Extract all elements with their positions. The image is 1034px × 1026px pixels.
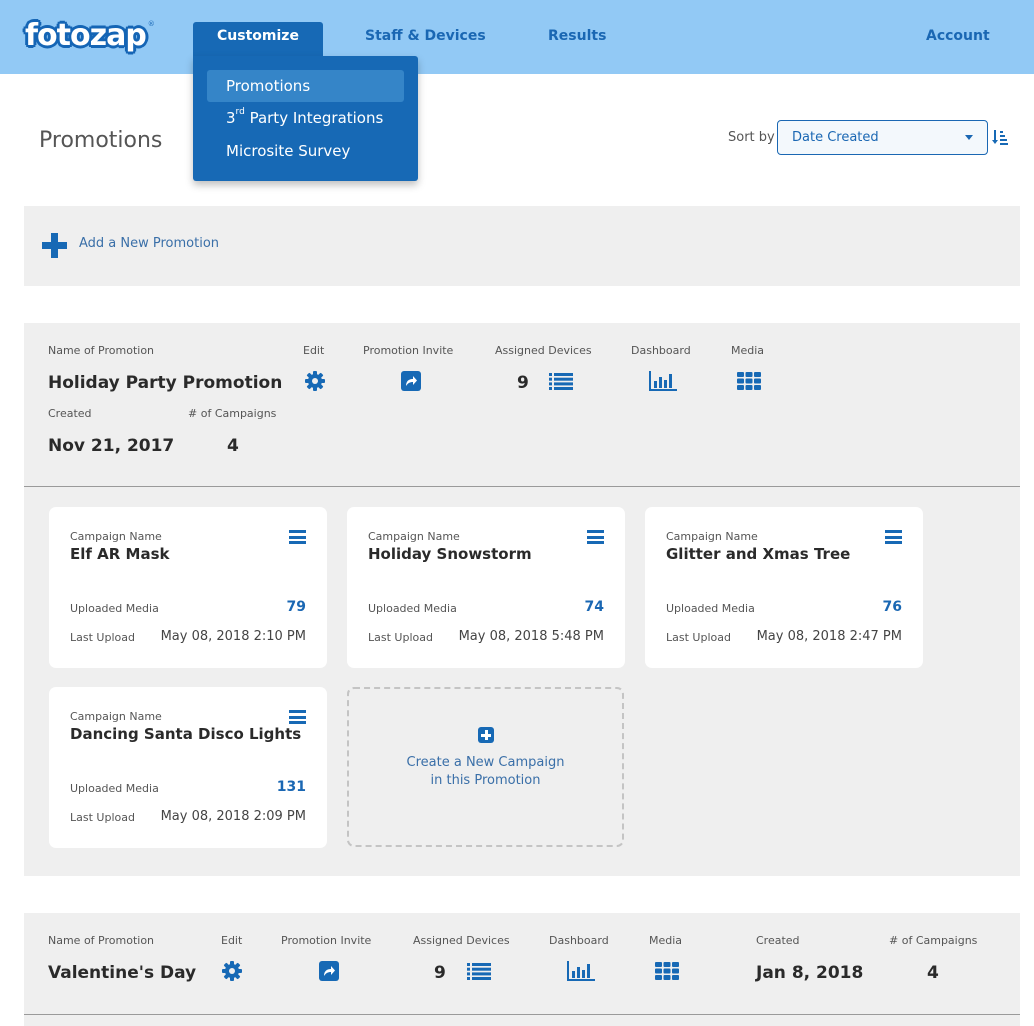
- menu-item-microsite-survey[interactable]: Microsite Survey: [207, 135, 404, 167]
- promotion-name-label: Name of Promotion: [48, 344, 155, 357]
- last-upload-value: May 08, 2018 2:10 PM: [160, 629, 306, 644]
- assigned-devices-label: Assigned Devices: [413, 934, 510, 947]
- assigned-devices-count: 9: [517, 373, 529, 393]
- promotion-panel: Name of Promotion Valentine's Day Edit P…: [24, 913, 1020, 1026]
- campaign-name: Dancing Santa Disco Lights: [70, 725, 302, 743]
- assigned-devices-label: Assigned Devices: [495, 344, 592, 357]
- created-date: Nov 21, 2017: [48, 436, 175, 456]
- sort-by-label: Sort by: [728, 130, 775, 145]
- uploaded-media-count[interactable]: 74: [585, 599, 604, 615]
- campaign-name: Glitter and Xmas Tree: [666, 545, 851, 563]
- campaign-count-label: # of Campaigns: [188, 407, 277, 420]
- plus-icon: [42, 233, 67, 258]
- dashboard-label: Dashboard: [631, 344, 691, 357]
- campaign-card[interactable]: Campaign Name Glitter and Xmas Tree Uplo…: [645, 507, 923, 668]
- campaign-card[interactable]: Campaign Name Holiday Snowstorm Uploaded…: [347, 507, 625, 668]
- sort-amount-down-icon[interactable]: [992, 128, 1008, 146]
- last-upload-value: May 08, 2018 5:48 PM: [458, 629, 604, 644]
- menu-item-promotions[interactable]: Promotions: [207, 70, 404, 102]
- uploaded-media-count[interactable]: 131: [277, 779, 306, 795]
- menu-item-label: Party Integrations: [244, 109, 384, 127]
- menu-item-label-sup: rd: [235, 107, 245, 117]
- created-label: Created: [48, 407, 92, 420]
- dashboard-label: Dashboard: [549, 934, 609, 947]
- uploaded-media-count[interactable]: 79: [287, 599, 306, 615]
- plus-square-icon: [478, 727, 494, 743]
- hamburger-menu-icon[interactable]: [587, 530, 604, 544]
- uploaded-media-label: Uploaded Media: [666, 602, 755, 615]
- add-new-promotion-label: Add a New Promotion: [79, 236, 220, 251]
- nav-staff-devices[interactable]: Staff & Devices: [365, 22, 486, 56]
- caret-down-icon: [965, 135, 973, 140]
- campaign-name-label: Campaign Name: [368, 530, 460, 543]
- uploaded-media-label: Uploaded Media: [368, 602, 457, 615]
- create-new-campaign-button[interactable]: Create a New Campaign in this Promotion: [347, 687, 624, 847]
- campaign-card[interactable]: Campaign Name Dancing Santa Disco Lights…: [49, 687, 327, 848]
- assigned-devices-count: 9: [434, 963, 446, 983]
- promotion-name: Holiday Party Promotion: [48, 373, 283, 393]
- campaign-name: Elf AR Mask: [70, 545, 170, 563]
- hamburger-menu-icon[interactable]: [289, 710, 306, 724]
- grid-icon[interactable]: [737, 372, 761, 390]
- promotion-panel: Name of Promotion Holiday Party Promotio…: [24, 323, 1020, 876]
- top-nav-bar: fotozap ® Customize Staff & Devices Resu…: [0, 0, 1034, 74]
- uploaded-media-count[interactable]: 76: [883, 599, 902, 615]
- media-label: Media: [731, 344, 765, 357]
- promotion-name: Valentine's Day: [48, 963, 197, 983]
- create-new-campaign-line2: in this Promotion: [430, 773, 541, 788]
- edit-label: Edit: [221, 934, 243, 947]
- last-upload-value: May 08, 2018 2:09 PM: [160, 809, 306, 824]
- promotion-invite-label: Promotion Invite: [281, 934, 372, 947]
- edit-label: Edit: [303, 344, 325, 357]
- customize-dropdown-menu: Promotions 3rd Party Integrations Micros…: [193, 56, 418, 181]
- grid-icon[interactable]: [655, 962, 679, 980]
- uploaded-media-label: Uploaded Media: [70, 782, 159, 795]
- campaign-card[interactable]: Campaign Name Elf AR Mask Uploaded Media…: [49, 507, 327, 668]
- divider: [24, 1014, 1020, 1015]
- gear-icon[interactable]: [305, 371, 325, 391]
- campaign-count: 4: [927, 963, 939, 983]
- page-title: Promotions: [39, 128, 163, 153]
- fotozap-logo[interactable]: fotozap ®: [25, 16, 155, 54]
- last-upload-value: May 08, 2018 2:47 PM: [756, 629, 902, 644]
- created-date: Jan 8, 2018: [756, 963, 864, 983]
- last-upload-label: Last Upload: [70, 811, 135, 824]
- campaign-count-label: # of Campaigns: [889, 934, 978, 947]
- campaign-count: 4: [227, 436, 239, 456]
- add-new-promotion-button[interactable]: Add a New Promotion: [24, 206, 1020, 286]
- media-label: Media: [649, 934, 683, 947]
- divider: [24, 486, 1020, 487]
- registered-mark: ®: [147, 20, 155, 28]
- share-square-icon[interactable]: [401, 371, 421, 391]
- uploaded-media-label: Uploaded Media: [70, 602, 159, 615]
- share-square-icon[interactable]: [319, 961, 339, 981]
- campaign-name-label: Campaign Name: [70, 530, 162, 543]
- nav-results[interactable]: Results: [548, 22, 606, 56]
- campaign-name: Holiday Snowstorm: [368, 545, 532, 563]
- last-upload-label: Last Upload: [70, 631, 135, 644]
- campaign-name-label: Campaign Name: [70, 710, 162, 723]
- gear-icon[interactable]: [222, 961, 242, 981]
- nav-account[interactable]: Account: [926, 22, 990, 56]
- promotion-name-label: Name of Promotion: [48, 934, 155, 947]
- create-new-campaign-label: Create a New Campaign in this Promotion: [349, 754, 622, 790]
- promotion-invite-label: Promotion Invite: [363, 344, 454, 357]
- last-upload-label: Last Upload: [666, 631, 731, 644]
- create-new-campaign-line1: Create a New Campaign: [406, 755, 565, 770]
- bar-chart-icon[interactable]: [567, 961, 595, 981]
- bar-chart-icon[interactable]: [649, 371, 677, 391]
- list-icon[interactable]: [467, 963, 491, 980]
- sort-by-select[interactable]: Date Created: [777, 120, 988, 155]
- menu-item-3rd-party-integrations[interactable]: 3rd Party Integrations: [207, 102, 404, 134]
- list-icon[interactable]: [549, 373, 573, 390]
- campaign-name-label: Campaign Name: [666, 530, 758, 543]
- logo-text: fotozap: [25, 17, 147, 53]
- created-label: Created: [756, 934, 800, 947]
- hamburger-menu-icon[interactable]: [289, 530, 306, 544]
- sort-by-value: Date Created: [792, 130, 879, 145]
- last-upload-label: Last Upload: [368, 631, 433, 644]
- menu-item-label-prefix: 3: [226, 109, 236, 127]
- hamburger-menu-icon[interactable]: [885, 530, 902, 544]
